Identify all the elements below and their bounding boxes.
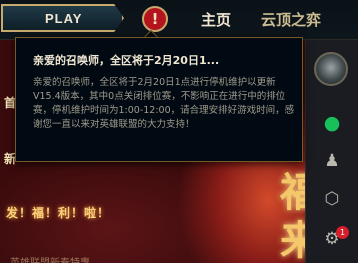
announcement-title: 亲爱的召唤师，全区将于2月20日1... <box>33 54 220 67</box>
cube-icon[interactable]: ⬡ <box>321 188 343 210</box>
event-caption: 英雄联盟新春特惠 <box>10 254 90 263</box>
announcement-body: 亲爱的召唤师，全区将于2月20日1点进行停机维护以更新V15.4版本，其中0点关… <box>33 77 295 130</box>
alert-icon[interactable]: ! <box>142 6 168 32</box>
chat-icon[interactable]: ● <box>321 112 343 134</box>
play-button-label: PLAY <box>45 11 83 26</box>
friends-icon[interactable]: ♟ <box>321 150 343 172</box>
avatar[interactable] <box>314 52 348 86</box>
announcement-tooltip: 亲爱的召唤师，全区将于2月20日1... 亲爱的召唤师，全区将于2月20日1点进… <box>15 37 303 162</box>
social-sidebar: ● ♟ ⬡ ⚙ 1 <box>305 40 358 263</box>
tab-home[interactable]: 主页 <box>201 9 231 30</box>
tab-tft[interactable]: 云顶之弈 <box>261 9 321 30</box>
notification-badge: 1 <box>336 226 349 239</box>
play-button[interactable]: PLAY <box>1 4 124 32</box>
top-navigation-bar: PLAY ! 主页 云顶之弈 <box>0 0 358 40</box>
event-slogan: 发！福！利！啦！ <box>6 206 111 220</box>
